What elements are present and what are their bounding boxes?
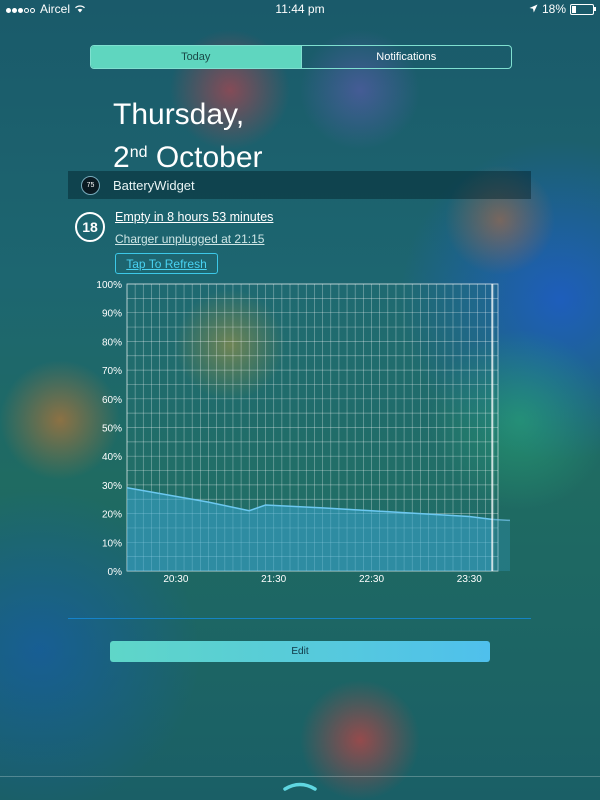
- y-tick-label: 60%: [102, 395, 122, 406]
- bottom-divider: [0, 776, 600, 777]
- battery-chart: 0% 10% 20% 30% 40% 50% 60% 70% 80% 90% 100% 20:30 2…: [96, 280, 510, 585]
- y-tick-label: 80%: [102, 337, 122, 348]
- edit-button[interactable]: Edit: [110, 641, 490, 662]
- weekday: Thursday,: [113, 98, 245, 131]
- y-tick-label: 90%: [102, 309, 122, 320]
- x-tick-label: 22:30: [359, 574, 384, 585]
- x-tick-label: 20:30: [163, 574, 188, 585]
- day-number: 2: [113, 141, 130, 174]
- day-suffix: nd: [129, 144, 148, 161]
- y-tick-label: 20%: [102, 510, 122, 521]
- y-tick-label: 40%: [102, 452, 122, 463]
- y-axis-labels: 0% 10% 20% 30% 40% 50% 60% 70% 80% 90% 100%: [96, 280, 122, 578]
- y-tick-label: 10%: [102, 538, 122, 549]
- x-axis-labels: 20:3021:3022:3023:3000:3001:3002:3003:30: [163, 574, 482, 585]
- prediction-area: [492, 519, 510, 571]
- widget-separator: [68, 618, 531, 619]
- widget-title: BatteryWidget: [113, 178, 195, 193]
- tab-notifications[interactable]: Notifications: [300, 46, 512, 68]
- date-heading: Thursday, 2nd October: [113, 96, 263, 177]
- x-tick-label: 21:30: [261, 574, 286, 585]
- time-remaining-text[interactable]: Empty in 8 hours 53 minutes: [115, 210, 273, 224]
- today-notifications-switch: Today Notifications: [90, 45, 512, 69]
- y-tick-label: 0%: [108, 567, 123, 578]
- status-time: 11:44 pm: [275, 2, 325, 16]
- month-name: October: [155, 141, 263, 174]
- x-tick-label: 23:30: [457, 574, 482, 585]
- y-tick-label: 30%: [102, 481, 122, 492]
- location-arrow-icon: [529, 2, 538, 16]
- battery-level-badge: 18: [75, 212, 105, 242]
- charger-status-text[interactable]: Charger unplugged at 21:15: [115, 232, 264, 246]
- y-tick-label: 50%: [102, 424, 122, 435]
- tab-today[interactable]: Today: [91, 46, 301, 68]
- battery-percent: 18%: [541, 2, 566, 16]
- widget-header[interactable]: 75 BatteryWidget: [68, 171, 531, 199]
- battery-widget-icon: 75: [81, 176, 100, 195]
- y-tick-label: 70%: [102, 366, 122, 377]
- status-bar: Aircel 11:44 pm 18%: [0, 0, 600, 18]
- battery-icon: [570, 3, 596, 15]
- refresh-button[interactable]: Tap To Refresh: [115, 253, 218, 274]
- grabber-handle-icon[interactable]: [282, 780, 318, 792]
- widget-icon-label: 75: [86, 182, 95, 189]
- battery-level-value: 18: [82, 219, 98, 235]
- y-tick-label: 100%: [96, 280, 122, 291]
